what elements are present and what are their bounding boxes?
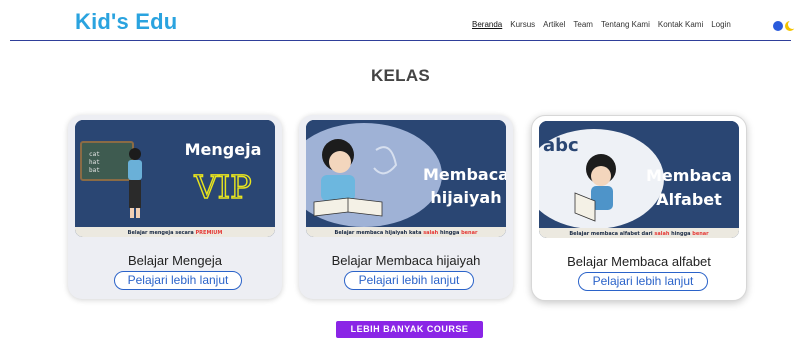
nav-link-beranda[interactable]: Beranda bbox=[472, 20, 502, 29]
nav-link-kontak-kami[interactable]: Kontak Kami bbox=[658, 20, 703, 29]
chalk-word-3: bat bbox=[89, 167, 100, 174]
thumb-title-alfabet: Alfabet bbox=[656, 190, 722, 209]
more-courses-button[interactable]: LEBIH BANYAK COURSE bbox=[336, 321, 483, 338]
thumb-title-mengeja: Mengeja bbox=[185, 140, 262, 159]
abc-icon: abc bbox=[543, 135, 579, 156]
nav-menu: Beranda Kursus Artikel Team Tentang Kami… bbox=[472, 20, 731, 29]
thumb-vip-text: VIP bbox=[193, 168, 251, 206]
course-card-hijaiyah[interactable]: Membaca hijaiyah Belajar membaca hijaiya… bbox=[299, 115, 513, 299]
site-logo[interactable]: Kid's Edu bbox=[75, 9, 177, 35]
course-title: Belajar Membaca alfabet bbox=[567, 254, 711, 269]
thumb-title-membaca: Membaca bbox=[646, 166, 732, 185]
nav-link-artikel[interactable]: Artikel bbox=[543, 20, 565, 29]
learn-more-button[interactable]: Pelajari lebih lanjut bbox=[344, 271, 474, 290]
nav-link-tentang-kami[interactable]: Tentang Kami bbox=[601, 20, 650, 29]
course-thumbnail-alfabet: abc Membaca Alfabet Belajar membaca alfa… bbox=[539, 121, 739, 238]
navbar-divider bbox=[10, 40, 791, 41]
course-title: Belajar Membaca hijaiyah bbox=[331, 253, 481, 268]
chalk-word-2: hat bbox=[89, 159, 100, 166]
thumb-title-membaca: Membaca bbox=[423, 165, 506, 184]
light-mode-dot-icon bbox=[773, 21, 783, 31]
section-title: KELAS bbox=[370, 66, 431, 85]
course-card-alfabet[interactable]: abc Membaca Alfabet Belajar membaca alfa… bbox=[531, 115, 747, 301]
svg-text:Belajar membaca hijaiyah kata: Belajar membaca hijaiyah kata salah hing… bbox=[335, 230, 478, 236]
course-card-mengeja[interactable]: cat hat bat Mengeja VIP Belajar mengeja … bbox=[68, 115, 282, 299]
course-title: Belajar Mengeja bbox=[128, 253, 222, 268]
nav-link-team[interactable]: Team bbox=[573, 20, 593, 29]
navbar: Kid's Edu Beranda Kursus Artikel Team Te… bbox=[0, 0, 801, 40]
svg-text:Belajar membaca alfabet dari s: Belajar membaca alfabet dari salah hingg… bbox=[569, 231, 709, 237]
nav-link-login[interactable]: Login bbox=[711, 20, 731, 29]
course-thumbnail-hijaiyah: Membaca hijaiyah Belajar membaca hijaiya… bbox=[306, 120, 506, 237]
svg-text:Belajar mengeja secara PREMIUM: Belajar mengeja secara PREMIUM bbox=[128, 230, 223, 236]
chalk-word-1: cat bbox=[89, 151, 100, 158]
theme-toggle[interactable] bbox=[772, 20, 798, 32]
nav-link-kursus[interactable]: Kursus bbox=[510, 20, 535, 29]
course-thumbnail-mengeja: cat hat bat Mengeja VIP Belajar mengeja … bbox=[75, 120, 275, 237]
learn-more-button[interactable]: Pelajari lebih lanjut bbox=[578, 272, 708, 291]
learn-more-button[interactable]: Pelajari lebih lanjut bbox=[114, 271, 242, 290]
thumb-title-hijaiyah: hijaiyah bbox=[430, 188, 501, 207]
